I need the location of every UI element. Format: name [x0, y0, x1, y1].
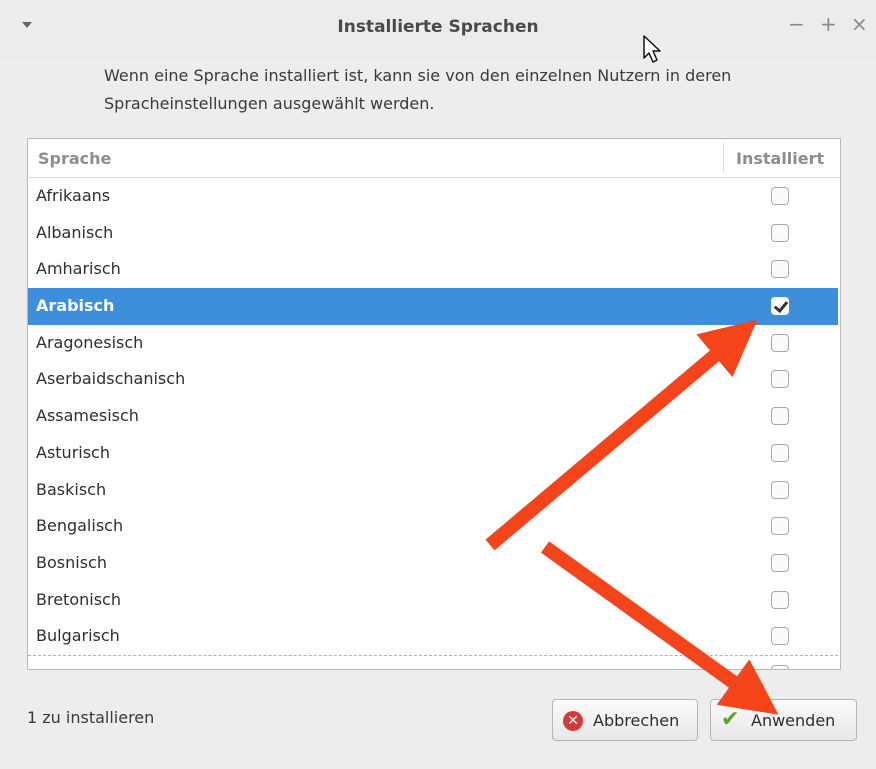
- mouse-cursor-icon: [643, 35, 661, 63]
- annotation-overlay: [485, 35, 779, 715]
- annotation-arrow-to-apply: [540, 541, 779, 715]
- annotation-arrow-to-checkbox: [485, 319, 758, 551]
